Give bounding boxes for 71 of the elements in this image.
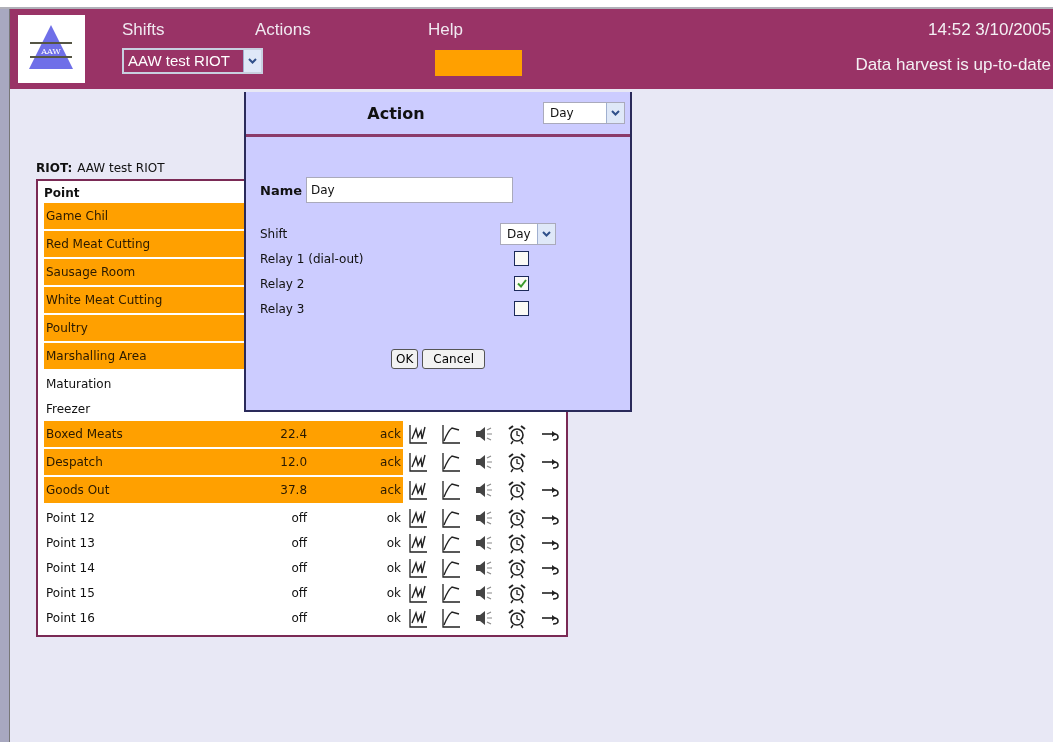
trend-chart-icon[interactable] bbox=[407, 556, 429, 579]
curve-chart-icon[interactable] bbox=[440, 606, 462, 629]
point-name[interactable]: Point 14 bbox=[44, 555, 238, 580]
alarm-clock-icon[interactable] bbox=[506, 606, 528, 629]
alarm-clock-icon[interactable] bbox=[506, 423, 528, 445]
point-status[interactable]: ok bbox=[307, 555, 403, 580]
relay-checkbox[interactable] bbox=[514, 276, 529, 291]
point-status[interactable]: ok bbox=[307, 505, 403, 530]
alarm-clock-icon[interactable] bbox=[506, 581, 528, 604]
trend-chart-icon[interactable] bbox=[407, 506, 429, 529]
action-select[interactable]: Day bbox=[543, 102, 625, 124]
point-value: 22.4 bbox=[237, 421, 308, 447]
name-label: Name bbox=[260, 182, 302, 198]
alarm-clock-icon[interactable] bbox=[506, 451, 528, 473]
point-value: off bbox=[290, 584, 308, 602]
field-label: Relay 3 bbox=[260, 301, 306, 316]
menu-item[interactable]: Actions bbox=[255, 20, 428, 40]
trend-chart-icon[interactable] bbox=[407, 479, 429, 501]
point-status[interactable]: ok bbox=[307, 605, 403, 630]
riot-select[interactable]: AAW test RIOT bbox=[122, 47, 263, 74]
riot-label: RIOT: AAW test RIOT bbox=[36, 161, 166, 175]
point-status[interactable]: ok bbox=[307, 580, 403, 605]
alarm-clock-icon[interactable] bbox=[506, 479, 528, 501]
trend-chart-icon[interactable] bbox=[407, 606, 429, 629]
relay-checkbox[interactable] bbox=[514, 301, 529, 316]
point-value: off bbox=[290, 609, 308, 627]
dropdown-caret-icon[interactable] bbox=[606, 103, 624, 123]
point-status[interactable]: ack bbox=[307, 477, 403, 503]
shift-select[interactable]: Day bbox=[500, 222, 556, 245]
curve-chart-icon[interactable] bbox=[440, 451, 462, 473]
trend-chart-icon[interactable] bbox=[407, 423, 429, 445]
point-value: off bbox=[290, 559, 308, 577]
point-value: 12.0 bbox=[237, 449, 308, 475]
point-name[interactable]: Despatch bbox=[44, 449, 238, 475]
menu-item[interactable]: Help bbox=[428, 20, 463, 40]
trend-chart-icon[interactable] bbox=[407, 581, 429, 604]
point-name[interactable]: Point 15 bbox=[44, 580, 238, 605]
alarm-clock-icon[interactable] bbox=[506, 531, 528, 554]
point-name[interactable]: Goods Out bbox=[44, 477, 238, 503]
harvest-status: Data harvest is up-to-date bbox=[855, 55, 1051, 75]
menu-item[interactable]: Shifts bbox=[122, 20, 255, 40]
alarm-clock-icon[interactable] bbox=[506, 506, 528, 529]
curve-chart-icon[interactable] bbox=[440, 479, 462, 501]
cancel-button[interactable]: Cancel bbox=[422, 349, 485, 369]
point-value: off bbox=[290, 509, 308, 527]
point-name[interactable]: Point 12 bbox=[44, 505, 238, 530]
point-status[interactable]: ack bbox=[307, 449, 403, 475]
point-value: 37.8 bbox=[237, 477, 308, 503]
trend-chart-icon[interactable] bbox=[407, 451, 429, 473]
date-time: 14:52 3/10/2005 bbox=[928, 20, 1051, 40]
alarm-clock-icon[interactable] bbox=[506, 556, 528, 579]
column-header: Point bbox=[44, 186, 80, 200]
logo: AAW bbox=[18, 15, 85, 83]
dropdown-caret-icon[interactable] bbox=[243, 49, 261, 72]
ok-button[interactable]: OK bbox=[391, 349, 419, 369]
point-status[interactable]: ok bbox=[307, 530, 403, 555]
curve-chart-icon[interactable] bbox=[440, 581, 462, 604]
point-status[interactable]: ack bbox=[307, 421, 403, 447]
curve-chart-icon[interactable] bbox=[440, 423, 462, 445]
curve-chart-icon[interactable] bbox=[440, 556, 462, 579]
point-value: off bbox=[290, 534, 308, 552]
point-name[interactable]: Point 13 bbox=[44, 530, 238, 555]
dropdown-caret-icon[interactable] bbox=[537, 223, 555, 244]
point-name[interactable]: Point 16 bbox=[44, 605, 238, 630]
point-name[interactable]: Boxed Meats bbox=[44, 421, 238, 447]
curve-chart-icon[interactable] bbox=[440, 531, 462, 554]
name-field[interactable]: Day bbox=[306, 177, 513, 203]
trend-chart-icon[interactable] bbox=[407, 531, 429, 554]
dialog-title: Action bbox=[366, 103, 426, 123]
curve-chart-icon[interactable] bbox=[440, 506, 462, 529]
relay-checkbox[interactable] bbox=[514, 251, 529, 266]
